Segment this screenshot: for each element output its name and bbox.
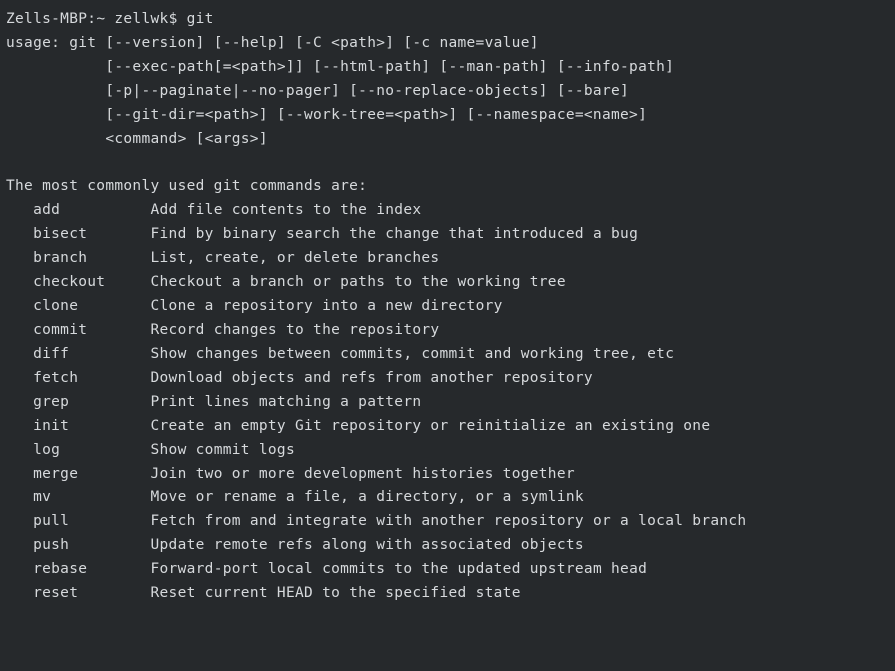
usage-label: usage: xyxy=(6,35,60,51)
cmd-row: pull Fetch from and integrate with anoth… xyxy=(6,510,889,534)
cmd-row: clone Clone a repository into a new dire… xyxy=(6,295,889,319)
blank-line xyxy=(6,152,889,176)
cmd-desc: Forward-port local commits to the update… xyxy=(151,558,648,582)
cmd-name: branch xyxy=(33,247,87,271)
cmd-desc: List, create, or delete branches xyxy=(151,247,440,271)
usage-opts-1: [--exec-path[=<path>]] [--html-path] [--… xyxy=(105,59,674,75)
cmd-name: mv xyxy=(33,486,51,510)
cmd-name: rebase xyxy=(33,558,87,582)
cmd-row: fetch Download objects and refs from ano… xyxy=(6,367,889,391)
cmd-desc: Add file contents to the index xyxy=(151,199,422,223)
cmd-row: mv Move or rename a file, a directory, o… xyxy=(6,486,889,510)
cmd-desc: Show commit logs xyxy=(151,439,295,463)
cmd-desc: Show changes between commits, commit and… xyxy=(151,343,675,367)
cmd-name: clone xyxy=(33,295,78,319)
cmd-name: reset xyxy=(33,582,78,606)
prompt-host: Zells-MBP xyxy=(6,11,87,27)
cmd-row: log Show commit logs xyxy=(6,439,889,463)
usage-line-4: <command> [<args>] xyxy=(6,128,889,152)
usage-line-0: usage: git [--version] [--help] [-C <pat… xyxy=(6,32,889,56)
usage-opts-0: [--version] [--help] [-C <path>] [-c nam… xyxy=(105,35,538,51)
cmd-name: diff xyxy=(33,343,69,367)
prompt-symbol: $ xyxy=(169,11,178,27)
cmd-row: branch List, create, or delete branches xyxy=(6,247,889,271)
usage-opts-4: <command> [<args>] xyxy=(105,131,268,147)
usage-line-2: [-p|--paginate|--no-pager] [--no-replace… xyxy=(6,80,889,104)
cmd-row: bisect Find by binary search the change … xyxy=(6,223,889,247)
cmd-name: bisect xyxy=(33,223,87,247)
cmd-name: fetch xyxy=(33,367,78,391)
usage-bin: git xyxy=(69,35,96,51)
cmd-row: merge Join two or more development histo… xyxy=(6,463,889,487)
usage-opts-3: [--git-dir=<path>] [--work-tree=<path>] … xyxy=(105,107,647,123)
cmd-desc: Create an empty Git repository or reinit… xyxy=(151,415,711,439)
cmd-row: init Create an empty Git repository or r… xyxy=(6,415,889,439)
cmd-row: add Add file contents to the index xyxy=(6,199,889,223)
prompt-user: zellwk xyxy=(114,11,168,27)
cmd-name: grep xyxy=(33,391,69,415)
cmd-desc: Find by binary search the change that in… xyxy=(151,223,639,247)
cmd-row: reset Reset current HEAD to the specifie… xyxy=(6,582,889,606)
section-header: The most commonly used git commands are: xyxy=(6,175,889,199)
cmd-desc: Clone a repository into a new directory xyxy=(151,295,503,319)
terminal-prompt-line: Zells-MBP:~ zellwk$ git xyxy=(6,8,889,32)
cmd-row: checkout Checkout a branch or paths to t… xyxy=(6,271,889,295)
cmd-row: rebase Forward-port local commits to the… xyxy=(6,558,889,582)
cmd-row: grep Print lines matching a pattern xyxy=(6,391,889,415)
usage-opts-2: [-p|--paginate|--no-pager] [--no-replace… xyxy=(105,83,629,99)
cmd-row: commit Record changes to the repository xyxy=(6,319,889,343)
usage-line-3: [--git-dir=<path>] [--work-tree=<path>] … xyxy=(6,104,889,128)
cmd-desc: Record changes to the repository xyxy=(151,319,440,343)
cmd-name: checkout xyxy=(33,271,105,295)
cmd-name: pull xyxy=(33,510,69,534)
cmd-row: push Update remote refs along with assoc… xyxy=(6,534,889,558)
cmd-desc: Move or rename a file, a directory, or a… xyxy=(150,486,583,510)
cmd-row: diff Show changes between commits, commi… xyxy=(6,343,889,367)
cmd-desc: Download objects and refs from another r… xyxy=(151,367,593,391)
usage-line-1: [--exec-path[=<path>]] [--html-path] [--… xyxy=(6,56,889,80)
cmd-desc: Checkout a branch or paths to the workin… xyxy=(151,271,566,295)
prompt-command: git xyxy=(187,11,214,27)
cmd-name: merge xyxy=(33,463,78,487)
cmd-desc: Print lines matching a pattern xyxy=(151,391,422,415)
commands-list: add Add file contents to the index bisec… xyxy=(6,199,889,606)
cmd-desc: Update remote refs along with associated… xyxy=(151,534,584,558)
cmd-name: log xyxy=(33,439,60,463)
cmd-desc: Reset current HEAD to the specified stat… xyxy=(151,582,521,606)
cmd-name: add xyxy=(33,199,60,223)
cmd-name: push xyxy=(33,534,69,558)
cmd-name: commit xyxy=(33,319,87,343)
cmd-name: init xyxy=(33,415,69,439)
prompt-path: ~ xyxy=(96,11,105,27)
cmd-desc: Join two or more development histories t… xyxy=(151,463,575,487)
cmd-desc: Fetch from and integrate with another re… xyxy=(151,510,747,534)
